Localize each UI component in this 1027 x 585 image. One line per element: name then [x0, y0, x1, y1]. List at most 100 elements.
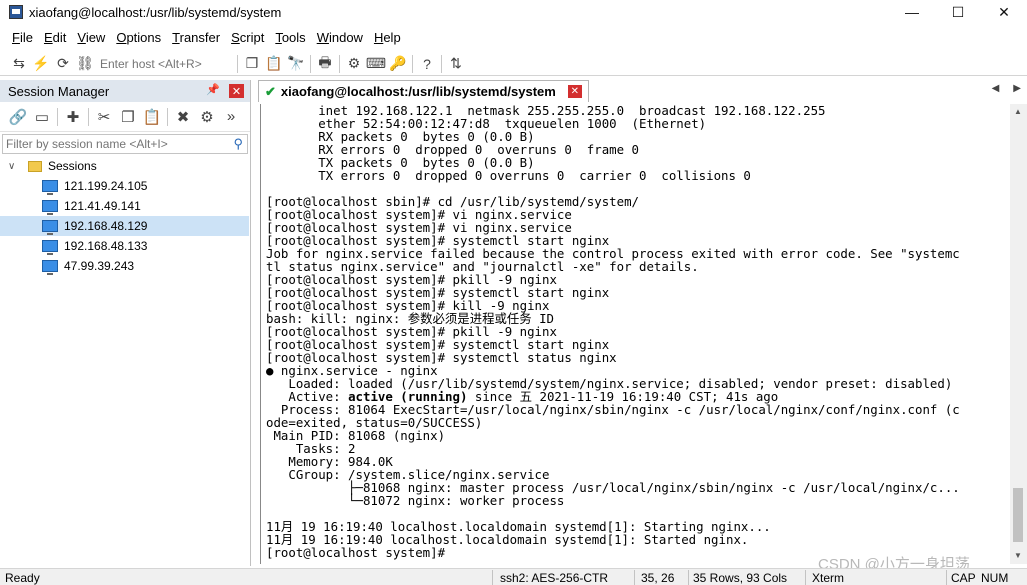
session-item-label: 192.168.48.133 — [64, 239, 148, 253]
toolbar-divider — [412, 54, 413, 73]
status-ready: Ready — [5, 571, 40, 585]
status-caps-lock: CAP — [951, 571, 976, 585]
menu-script[interactable]: Script — [231, 30, 264, 45]
status-bar: Ready ssh2: AES-256-CTR 35, 26 35 Rows, … — [0, 568, 1027, 585]
status-divider — [805, 570, 806, 585]
window-title: xiaofang@localhost:/usr/lib/systemd/syst… — [29, 4, 282, 20]
status-num-lock: NUM — [981, 571, 1009, 585]
terminal-output[interactable]: inet 192.168.122.1 netmask 255.255.255.0… — [260, 104, 1010, 564]
terminal-scrollbar[interactable]: ▲ ▼ — [1010, 104, 1027, 564]
computer-icon — [42, 180, 58, 195]
toolbar-divider — [88, 107, 89, 126]
sftp-icon[interactable]: ⇅ — [445, 54, 467, 74]
status-divider — [634, 570, 635, 585]
menu-help[interactable]: Help — [374, 30, 401, 45]
tab-label: xiaofang@localhost:/usr/lib/systemd/syst… — [280, 84, 556, 99]
title-bar: xiaofang@localhost:/usr/lib/systemd/syst… — [0, 0, 1027, 24]
session-tree: ∨ Sessions 121.199.24.105 121.41.49.141 … — [0, 156, 250, 276]
session-item[interactable]: 121.199.24.105 — [0, 176, 250, 196]
minimize-button[interactable]: — — [889, 0, 935, 24]
toolbar-divider — [167, 107, 168, 126]
help-icon[interactable]: ? — [416, 54, 438, 74]
computer-icon — [42, 260, 58, 275]
menu-transfer[interactable]: Transfer — [172, 30, 220, 45]
status-divider — [688, 570, 689, 585]
menu-tools[interactable]: Tools — [275, 30, 305, 45]
session-item-label: 192.168.48.129 — [64, 219, 148, 233]
find-icon[interactable]: 🔭 — [285, 54, 307, 74]
toolbar-divider — [57, 107, 58, 126]
menu-bar: File Edit View Options Transfer Script T… — [0, 26, 412, 48]
quick-connect-icon[interactable]: ⚡ — [30, 54, 52, 74]
tab-scroll-right-icon[interactable]: ▶ — [1013, 83, 1021, 94]
more-tools-icon[interactable]: » — [219, 107, 243, 127]
status-cursor-position: 35, 26 — [641, 571, 675, 585]
session-item-selected[interactable]: 192.168.48.129 — [0, 216, 249, 236]
status-divider — [492, 570, 493, 585]
cut-icon[interactable]: ✂ — [92, 107, 116, 127]
paste-session-icon[interactable]: 📋 — [140, 107, 164, 127]
sessions-folder-label: Sessions — [48, 159, 97, 173]
tab-scroll-left-icon[interactable]: ◀ — [992, 83, 1000, 94]
session-item-label: 121.199.24.105 — [64, 179, 148, 193]
reconnect-icon[interactable]: ⟳ — [52, 54, 74, 74]
status-terminal-type: Xterm — [812, 571, 845, 585]
delete-icon[interactable]: ✖ — [171, 107, 195, 127]
tab-active-session[interactable]: ✔ xiaofang@localhost:/usr/lib/systemd/sy… — [258, 80, 589, 102]
key-icon[interactable]: 🔑 — [387, 54, 409, 74]
scrollbar-thumb[interactable] — [1013, 488, 1023, 542]
enter-host-input[interactable] — [96, 53, 234, 74]
terminal-line: Main PID: 81068 (nginx) — [266, 428, 446, 443]
session-manager-panel: Session Manager 📌 ✕ 🔗 ▭ ✚ ✂ ❐ 📋 ✖ ⚙ » ⚲ … — [0, 80, 251, 566]
menu-file[interactable]: File — [12, 30, 33, 45]
session-manager-header: Session Manager 📌 ✕ — [0, 80, 250, 102]
session-manager-close-icon[interactable]: ✕ — [229, 84, 244, 98]
scroll-up-icon[interactable]: ▲ — [1014, 107, 1022, 116]
window-controls: — ☐ ✕ — [889, 0, 1027, 24]
session-tab-strip: ✔ xiaofang@localhost:/usr/lib/systemd/sy… — [258, 80, 1027, 102]
sessions-folder[interactable]: ∨ Sessions — [0, 156, 250, 176]
chevron-down-icon[interactable]: ∨ — [8, 161, 22, 172]
scroll-down-icon[interactable]: ▼ — [1014, 551, 1022, 560]
session-item[interactable]: 121.41.49.141 — [0, 196, 250, 216]
securecrt-app-icon — [9, 5, 23, 19]
tab-navigation: ◀ ▶ — [978, 83, 1021, 94]
toolbar-divider — [339, 54, 340, 73]
session-manager-toolbar: 🔗 ▭ ✚ ✂ ❐ 📋 ✖ ⚙ » — [0, 102, 250, 132]
terminal-text: inet 192.168.122.1 netmask 255.255.255.0… — [261, 104, 1010, 559]
paste-icon[interactable]: 📋 — [263, 54, 285, 74]
computer-icon — [42, 240, 58, 255]
status-cipher: ssh2: AES-256-CTR — [500, 571, 609, 585]
close-button[interactable]: ✕ — [981, 0, 1027, 24]
session-item[interactable]: 192.168.48.133 — [0, 236, 250, 256]
toolbar-divider — [441, 54, 442, 73]
connect-icon[interactable]: ⇆ — [8, 54, 30, 74]
status-terminal-size: 35 Rows, 93 Cols — [693, 571, 788, 585]
computer-icon — [42, 220, 58, 235]
keymap-icon[interactable]: ⌨ — [365, 54, 387, 74]
session-item-label: 47.99.39.243 — [64, 259, 135, 273]
disconnect-icon[interactable]: ⛓ — [74, 54, 96, 74]
menu-edit[interactable]: Edit — [44, 30, 66, 45]
search-icon[interactable]: ⚲ — [233, 136, 243, 152]
tab-close-icon[interactable]: ✕ — [567, 85, 582, 98]
pin-icon[interactable]: 📌 — [206, 83, 220, 96]
session-item[interactable]: 47.99.39.243 — [0, 256, 250, 276]
folder-icon — [28, 160, 42, 172]
menu-view[interactable]: View — [77, 30, 105, 45]
maximize-button[interactable]: ☐ — [935, 0, 981, 24]
window-icon[interactable]: ▭ — [30, 107, 54, 127]
add-session-icon[interactable]: ✚ — [61, 107, 85, 127]
copy-session-icon[interactable]: ❐ — [116, 107, 140, 127]
toolbar-divider — [310, 54, 311, 73]
print-icon[interactable]: 🖶 — [314, 54, 336, 74]
link-icon[interactable]: 🔗 — [6, 107, 30, 127]
settings-icon[interactable]: ⚙ — [343, 54, 365, 74]
menu-window[interactable]: Window — [317, 30, 363, 45]
properties-icon[interactable]: ⚙ — [195, 107, 219, 127]
session-filter-input[interactable] — [3, 137, 223, 151]
terminal-line: └─81072 nginx: worker process — [266, 493, 565, 508]
menu-options[interactable]: Options — [116, 30, 161, 45]
copy-icon[interactable]: ❐ — [241, 54, 263, 74]
toolbar-divider — [237, 54, 238, 73]
